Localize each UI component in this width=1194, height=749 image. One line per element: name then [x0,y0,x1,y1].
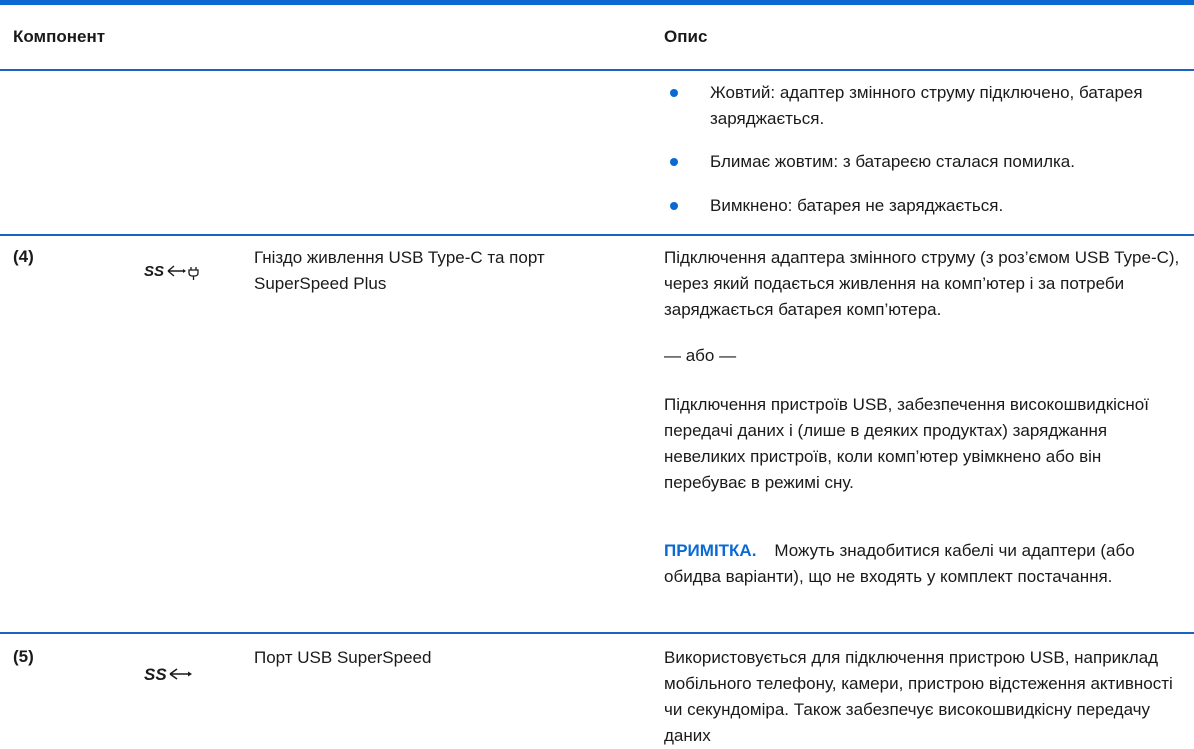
usb-superspeed-power-icon: SS [144,261,214,288]
bullet-text: Блимає жовтим: з батареєю сталася помилк… [710,152,1075,171]
bullet-text: Вимкнено: батарея не заряджається. [710,196,1004,215]
bullet-item: Жовтий: адаптер змінного струму підключе… [664,80,1184,132]
usb-superspeed-icon: SS [144,664,200,691]
table-header: Компонент Опис [0,5,1194,71]
bullet-dot-icon [670,202,678,210]
header-description: Опис [664,27,708,46]
svg-text:SS: SS [144,665,167,684]
bullet-item: Блимає жовтим: з батареєю сталася помилк… [664,149,1184,175]
header-component: Компонент [13,27,106,46]
bullet-item: Вимкнено: батарея не заряджається. [664,193,1184,219]
row-number: (5) [13,647,34,666]
note: ПРИМІТКА. Можуть знадобитися кабелі чи ад… [664,538,1189,590]
description: Підключення адаптера змінного струму (з … [664,248,1180,319]
description-usb: Підключення пристроїв USB, забезпечення … [664,395,1149,492]
row-divider [0,234,1194,236]
component-name: Гніздо живлення USB Type-C та порт Super… [254,248,545,293]
or-separator: — або — [664,346,737,365]
description: Використовується для підключення пристро… [664,648,1173,745]
bullet-text: Жовтий: адаптер змінного струму підключе… [710,83,1143,128]
bullet-dot-icon [670,89,678,97]
row-divider [0,632,1194,634]
component-name: Порт USB SuperSpeed [254,648,432,667]
svg-text:SS: SS [144,263,164,280]
note-label: ПРИМІТКА. [664,541,757,560]
bullet-dot-icon [670,158,678,166]
row-number: (4) [13,247,34,266]
